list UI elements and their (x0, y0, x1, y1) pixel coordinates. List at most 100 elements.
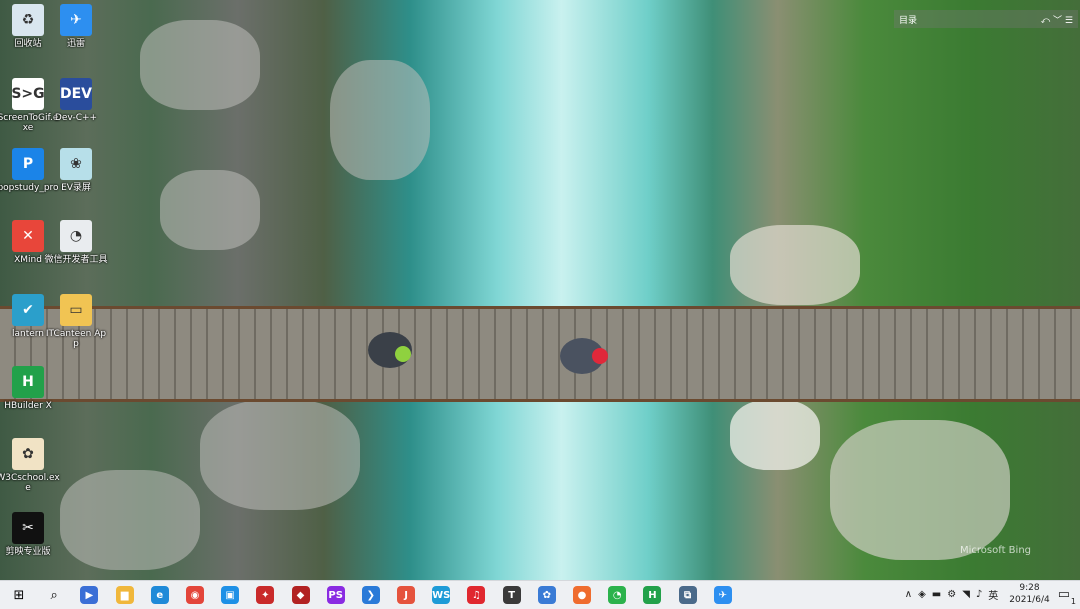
desktop-icon-label: ITCanteen App (45, 329, 107, 349)
wallpaper-rock (60, 470, 200, 570)
desktop-icon-label: Dev-C++ (54, 113, 98, 123)
desktop-icon-label: 微信开发者工具 (44, 255, 108, 265)
webstorm-icon: WS (432, 586, 450, 604)
taskbar-app-blue-app[interactable]: ✿ (534, 582, 560, 608)
app-store-icon: ▣ (221, 586, 240, 604)
floating-toolbar-widget[interactable]: 目录 ⤺ ﹀ ☰ (894, 10, 1078, 28)
desktop-icon-label: EV录屏 (61, 183, 91, 193)
taskbar-app-chrome[interactable]: ◉ (182, 582, 208, 608)
clock[interactable]: 9:28 2021/6/4 (1009, 582, 1049, 606)
desktop-icon-glyph: ❀ (60, 148, 92, 180)
tray-icon[interactable]: ⚙ (947, 589, 956, 600)
notification-count: 1 (1070, 596, 1076, 606)
desktop-icon-glyph: S>G (11, 78, 45, 110)
file-explorer-icon: ▆ (115, 586, 134, 604)
edge-icon: e (150, 586, 169, 604)
clock-date: 2021/6/4 (1009, 595, 1050, 605)
hbuilder-icon: H (643, 586, 662, 604)
taskbar-app-red-app-2[interactable]: ◆ (288, 582, 314, 608)
desktop-icon-glyph: ✿ (12, 438, 44, 470)
tray-icon-list: ∧ ◈ ▬ ⚙ ◥ ♪ 英 (902, 587, 1002, 602)
typora-icon: T (502, 586, 521, 604)
taskbar-app-phpstorm[interactable]: PS (323, 582, 349, 608)
wallpaper-rock (140, 20, 260, 110)
desktop-icon-label: 剪映专业版 (5, 547, 51, 557)
desktop-icon[interactable]: ✂ 剪映专业版 (0, 512, 61, 557)
taskbar-app-hbuilder[interactable]: H (639, 582, 665, 608)
wallpaper-helmet (395, 346, 411, 362)
vscode-icon: ❯ (361, 586, 380, 604)
widget-title: 目录 (899, 15, 918, 26)
desktop-icon-glyph: ✔ (12, 294, 44, 326)
desktop-icon[interactable]: ✿ W3Cschool.exe (0, 438, 61, 493)
desktop-icon[interactable]: ❀ EV录屏 (43, 148, 109, 193)
red-app-2-icon: ◆ (291, 586, 310, 604)
taskbar-app-list: ▶ ▆ e ◉ ▣ ✦ ◆ PS ❯ J WS ♫ T ✿ ● ◔ H ⧉ ✈ (72, 582, 741, 608)
clock-time: 9:28 (1019, 583, 1040, 593)
tray-icon[interactable]: ∧ (905, 589, 912, 600)
wallpaper-rock (730, 225, 860, 305)
netease-music-icon: ♫ (467, 586, 486, 604)
widget-controls-icon[interactable]: ⤺ ﹀ ☰ (1041, 13, 1073, 26)
desktop-icon-glyph: ♻ (12, 4, 44, 36)
taskbar-app-jetbrains[interactable]: J (393, 582, 419, 608)
desktop-icon-label: HBuilder X (4, 401, 52, 411)
taskbar-app-file-explorer[interactable]: ▆ (112, 582, 138, 608)
taskbar-app-webstorm[interactable]: WS (428, 582, 454, 608)
taskbar-app-netease-music[interactable]: ♫ (463, 582, 489, 608)
taskbar-app-edge[interactable]: e (147, 582, 173, 608)
red-app-icon: ✦ (256, 586, 275, 604)
taskbar-app-thunder[interactable]: ✈ (710, 582, 736, 608)
desktop-icon-glyph: H (12, 366, 44, 398)
desktop-icon[interactable]: ✈ 迅雷 (43, 4, 109, 49)
remote-app-icon: ▶ (80, 586, 99, 604)
postman-icon: ● (573, 586, 591, 604)
blue-app-icon: ✿ (537, 586, 556, 604)
tray-icon[interactable]: ▬ (932, 589, 941, 600)
tray-icon[interactable]: ◥ (962, 589, 970, 600)
taskbar-app-vscode[interactable]: ❯ (358, 582, 384, 608)
desktop-icon-glyph: P (12, 148, 44, 180)
desktop-icon[interactable]: ▭ ITCanteen App (43, 294, 109, 349)
desktop-icon-glyph: DEV (60, 78, 92, 110)
desktop-icon-glyph: ▭ (60, 294, 92, 326)
desktop-icon[interactable]: H HBuilder X (0, 366, 61, 411)
taskbar-app-postman[interactable]: ● (569, 582, 595, 608)
phpstorm-icon: PS (326, 586, 345, 604)
desktop-icon[interactable]: DEV Dev-C++ (43, 78, 109, 123)
desktop-icon-glyph: ✂ (12, 512, 44, 544)
start-button-icon[interactable]: ⊞ (6, 582, 32, 608)
tray-icon[interactable]: ♪ (976, 589, 982, 600)
wallpaper-rock (160, 170, 260, 250)
desktop-icon[interactable]: ◔ 微信开发者工具 (43, 220, 109, 265)
wallpaper-bridge (0, 306, 1080, 402)
jetbrains-icon: J (397, 586, 416, 604)
screen-app-icon: ⧉ (678, 586, 697, 604)
notification-center-icon[interactable]: ▭ 1 (1057, 586, 1076, 606)
taskbar-app-red-app[interactable]: ✦ (252, 582, 278, 608)
taskbar-app-wechat-devtools[interactable]: ◔ (604, 582, 630, 608)
taskbar-app-typora[interactable]: T (499, 582, 525, 608)
search-icon[interactable]: ⌕ (41, 582, 67, 608)
desktop-icon-glyph: ◔ (60, 220, 92, 252)
wallpaper-rock (830, 420, 1010, 560)
tray-icon[interactable]: 英 (988, 587, 998, 602)
wallpaper-rock (730, 400, 820, 470)
chrome-icon: ◉ (185, 586, 204, 604)
desktop-icon-glyph: ✈ (60, 4, 92, 36)
notification-icon: ▭ (1057, 586, 1070, 602)
bing-watermark: Microsoft Bing (960, 545, 1032, 556)
system-tray: ∧ ◈ ▬ ⚙ ◥ ♪ 英 9:28 2021/6/4 ▭ 1 (902, 580, 1080, 608)
wallpaper-helmet (592, 348, 608, 364)
taskbar-app-screen-app[interactable]: ⧉ (675, 582, 701, 608)
desktop-icon-glyph: ✕ (12, 220, 44, 252)
wallpaper-rock (200, 400, 360, 510)
wallpaper-rock (330, 60, 430, 180)
taskbar-app-app-store[interactable]: ▣ (217, 582, 243, 608)
wechat-devtools-icon: ◔ (608, 586, 627, 604)
thunder-icon: ✈ (713, 586, 732, 604)
taskbar-app-remote-app[interactable]: ▶ (76, 582, 102, 608)
tray-icon[interactable]: ◈ (918, 589, 926, 600)
desktop-icon-label: W3Cschool.exe (0, 473, 60, 493)
desktop-wallpaper: ♻ 回收站 ✈ 迅雷 S>G ScreenToGif.exe DEV Dev-C++ Ppops… (0, 0, 1080, 580)
